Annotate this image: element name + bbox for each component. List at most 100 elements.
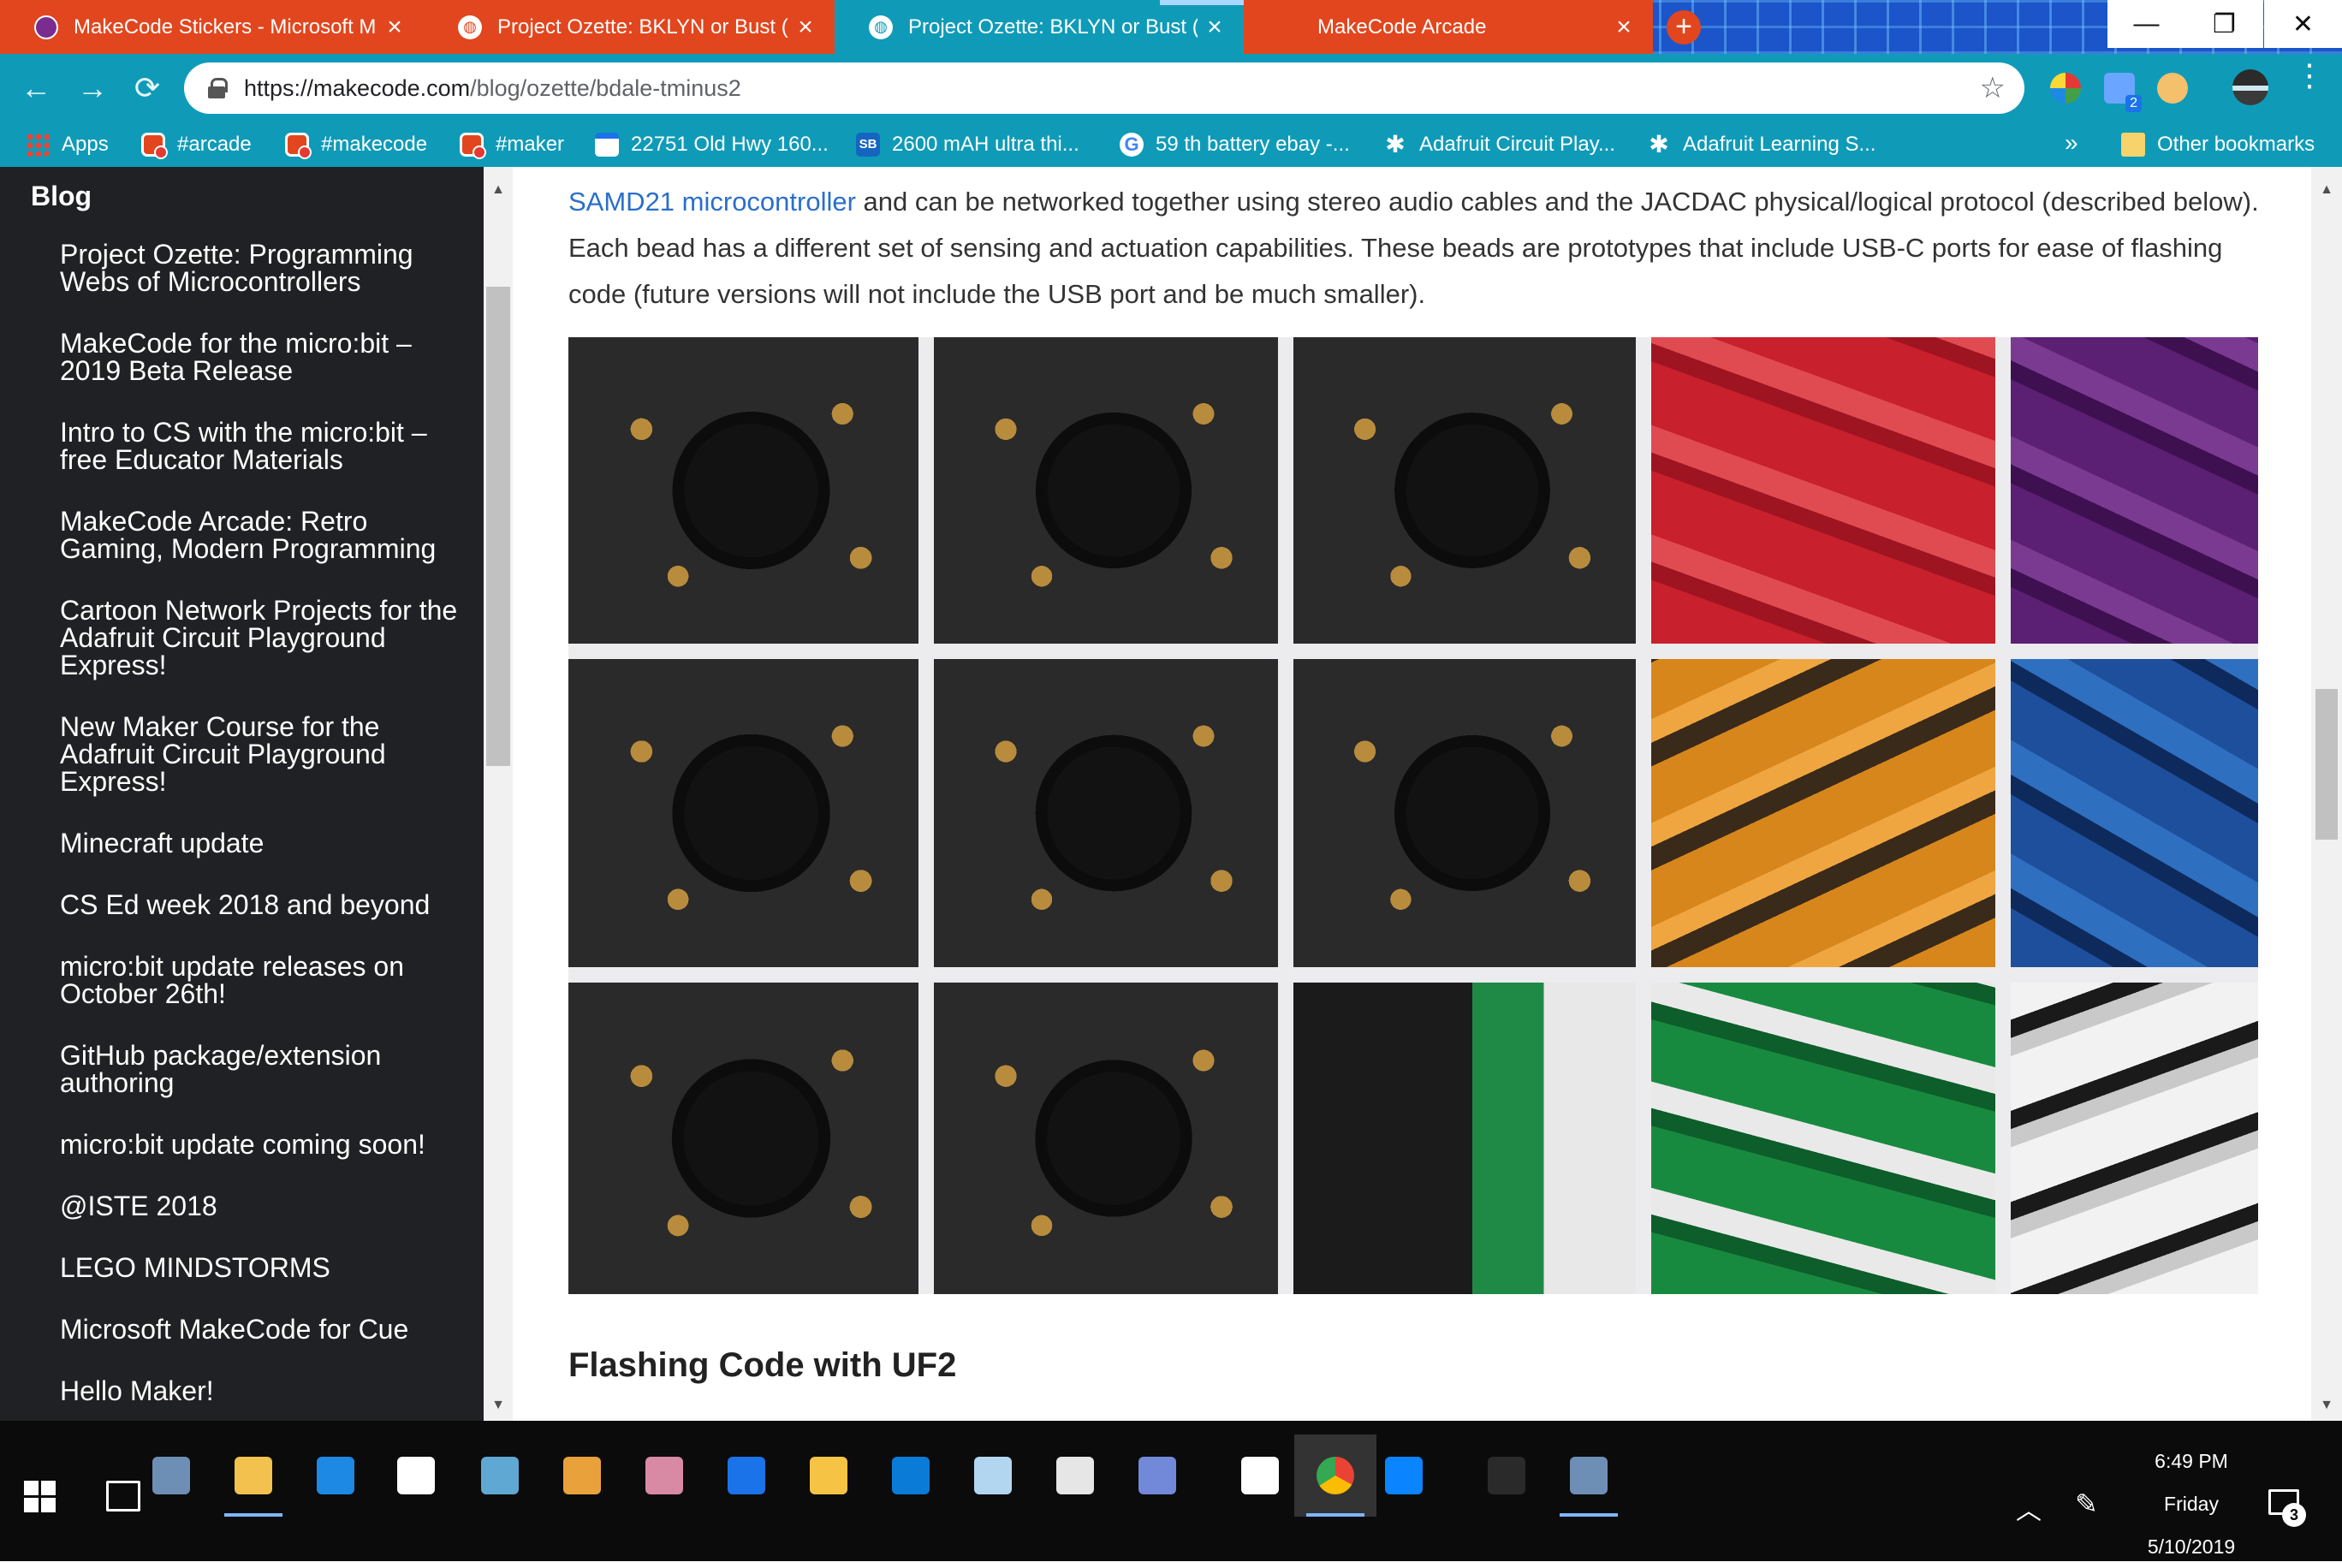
sidebar-item-post[interactable]: @ISTE 2018 bbox=[60, 1192, 462, 1220]
close-icon[interactable]: × bbox=[1607, 13, 1641, 42]
sidebar-item-post[interactable]: Microsoft MakeCode for Cue bbox=[60, 1316, 462, 1343]
tab-project-ozette-active[interactable]: ◍ Project Ozette: BKLYN or Bust (T × bbox=[835, 0, 1254, 54]
terminal-icon bbox=[1138, 1457, 1176, 1494]
sidebar-item-post[interactable]: micro:bit update coming soon! bbox=[60, 1131, 462, 1158]
sidebar-item-post[interactable]: New Maker Course for the Adafruit Circui… bbox=[60, 713, 462, 795]
sidebar-item-post[interactable]: Minecraft update bbox=[60, 829, 462, 857]
bookmark-adafruit-learning[interactable]: ✱ Adafruit Learning S... bbox=[1647, 122, 1875, 167]
sidebar-item-post[interactable]: MakeCode for the micro:bit – 2019 Beta R… bbox=[60, 330, 462, 384]
apps-grid-icon bbox=[26, 133, 50, 157]
file-explorer-app[interactable] bbox=[130, 1434, 212, 1517]
bead-prototypes-photo bbox=[568, 337, 2258, 1294]
bookmark-makecode[interactable]: #makecode bbox=[285, 122, 427, 167]
file-explorer-app[interactable] bbox=[294, 1434, 377, 1517]
minimize-button[interactable]: — bbox=[2107, 0, 2185, 48]
mail-outlook-app[interactable] bbox=[212, 1434, 294, 1517]
bookmark-arcade[interactable]: #arcade bbox=[141, 122, 252, 167]
scroll-up-arrow-icon[interactable]: ▲ bbox=[484, 182, 513, 198]
url-text[interactable]: https://makecode.com/blog/ozette/bdale-t… bbox=[244, 75, 741, 102]
mail-app[interactable] bbox=[459, 1434, 541, 1517]
sidebar-item-post[interactable]: MakeCode Arcade: Retro Gaming, Modern Pr… bbox=[60, 508, 462, 562]
folder-icon bbox=[2121, 133, 2145, 157]
system-clock[interactable]: 6:49 PM Friday 5/10/2019 bbox=[2123, 1440, 2260, 1568]
samd21-link[interactable]: SAMD21 microcontroller bbox=[568, 187, 856, 217]
color-extension-icon[interactable] bbox=[2050, 73, 2081, 104]
bookmark-label: 59 th battery ebay -... bbox=[1156, 133, 1350, 156]
terminal-app[interactable] bbox=[1116, 1434, 1198, 1517]
sidebar-item-post[interactable]: Hello Maker! bbox=[60, 1377, 462, 1405]
sidebar-item-post[interactable]: GitHub package/extension authoring bbox=[60, 1042, 462, 1096]
bookmark-battery-ebay[interactable]: G 59 th battery ebay -... bbox=[1120, 122, 1350, 167]
feedback-app[interactable] bbox=[1465, 1434, 1548, 1517]
palette-extension-icon[interactable] bbox=[2157, 73, 2188, 104]
start-button[interactable] bbox=[24, 1481, 56, 1513]
sidebar-scroll-thumb[interactable] bbox=[486, 287, 510, 766]
pen-workspace-icon[interactable]: ✎ bbox=[2075, 1488, 2098, 1520]
bookmark-maker[interactable]: #maker bbox=[460, 122, 564, 167]
profile-avatar[interactable] bbox=[2232, 69, 2268, 105]
page-scroll-thumb[interactable] bbox=[2315, 689, 2338, 840]
file-explorer-icon bbox=[317, 1457, 354, 1494]
extension-badge-icon[interactable]: 2 bbox=[2104, 73, 2142, 112]
scroll-down-arrow-icon[interactable]: ▼ bbox=[484, 1398, 513, 1413]
bookmark-star-icon[interactable]: ☆ bbox=[1980, 71, 2006, 105]
sidebar-item-post[interactable]: LEGO MINDSTORMS bbox=[60, 1254, 462, 1281]
photo-cell bbox=[2011, 983, 2258, 1294]
discord-app[interactable] bbox=[1219, 1434, 1301, 1517]
sidebar-item-post[interactable]: Intro to CS with the micro:bit – free Ed… bbox=[60, 419, 462, 473]
arduino-app[interactable] bbox=[952, 1434, 1034, 1517]
back-button[interactable]: ← bbox=[15, 68, 56, 109]
tab-makecode-arcade[interactable]: MakeCode Arcade × bbox=[1244, 0, 1653, 54]
restore-button[interactable]: ❐ bbox=[2185, 0, 2263, 48]
address-bar[interactable]: https://makecode.com/blog/ozette/bdale-t… bbox=[184, 62, 2024, 114]
bookmark-label: #makecode bbox=[321, 133, 428, 156]
globe-icon: ◍ bbox=[869, 15, 893, 39]
paint-3d-app[interactable] bbox=[623, 1434, 705, 1517]
remote-desktop-app[interactable] bbox=[541, 1434, 623, 1517]
tab-makecode-stickers[interactable]: MakeCode Stickers - Microsoft M × bbox=[0, 0, 424, 54]
forward-button[interactable]: → bbox=[72, 68, 113, 109]
calculator-app[interactable] bbox=[1363, 1434, 1445, 1517]
close-icon[interactable]: × bbox=[377, 13, 412, 42]
clock-day: Friday bbox=[2164, 1493, 2219, 1515]
article-paragraph: SAMD21 microcontroller and can be networ… bbox=[568, 179, 2263, 318]
other-bookmarks[interactable]: Other bookmarks bbox=[2121, 122, 2315, 167]
file-explorer-icon bbox=[152, 1457, 190, 1494]
sidebar-item-post[interactable]: Cartoon Network Projects for the Adafrui… bbox=[60, 597, 462, 679]
sticky-tasks-app[interactable] bbox=[870, 1434, 952, 1517]
whiteboard-app[interactable] bbox=[1034, 1434, 1116, 1517]
adafruit-star-icon: ✱ bbox=[1649, 131, 1669, 157]
fresh-paint-app[interactable] bbox=[705, 1434, 788, 1517]
sidebar-item-post[interactable]: Project Ozette: Programming Webs of Micr… bbox=[60, 241, 462, 295]
new-tab-button[interactable]: + bbox=[1667, 10, 1701, 45]
edge-ie-app[interactable] bbox=[375, 1434, 457, 1517]
makecode-arcade-app[interactable] bbox=[1548, 1434, 1630, 1517]
bookmark-apps[interactable]: Apps bbox=[26, 122, 109, 167]
bookmark-2600mah[interactable]: SB 2600 mAH ultra thi... bbox=[856, 122, 1079, 167]
close-icon[interactable]: × bbox=[788, 13, 823, 42]
lock-icon[interactable] bbox=[208, 78, 228, 98]
makecode-arcade-icon bbox=[1570, 1457, 1608, 1494]
sidebar-item-post[interactable]: micro:bit update releases on October 26t… bbox=[60, 953, 462, 1007]
chrome-menu-icon[interactable]: ⋮ bbox=[2294, 60, 2325, 91]
adafruit-star-icon: ✱ bbox=[1385, 131, 1406, 157]
scroll-up-arrow-icon[interactable]: ▲ bbox=[2311, 182, 2342, 198]
windows-taskbar: ︿ ✎ 6:49 PM Friday 5/10/2019 3 bbox=[0, 1421, 2342, 1561]
discord-icon bbox=[1241, 1457, 1279, 1494]
close-window-button[interactable]: ✕ bbox=[2264, 0, 2342, 48]
tray-chevron-icon[interactable]: ︿ bbox=[2016, 1489, 2042, 1527]
bookmark-old-hwy[interactable]: 22751 Old Hwy 160... bbox=[595, 122, 829, 167]
bookmarks-overflow-button[interactable]: » bbox=[2065, 129, 2078, 157]
tab-project-ozette-1[interactable]: ◍ Project Ozette: BKLYN or Bust (T × bbox=[424, 0, 835, 54]
edge-app[interactable] bbox=[788, 1434, 870, 1517]
bookmark-adafruit-circuit[interactable]: ✱ Adafruit Circuit Play... bbox=[1383, 122, 1615, 167]
reload-button[interactable]: ⟳ bbox=[127, 68, 168, 109]
paint-3d-icon bbox=[645, 1457, 683, 1494]
clock-time: 6:49 PM bbox=[2155, 1450, 2228, 1472]
tray-divider bbox=[1995, 337, 2011, 1294]
tray-divider bbox=[918, 337, 934, 1294]
sidebar-item-post[interactable]: CS Ed week 2018 and beyond bbox=[60, 891, 462, 918]
scroll-down-arrow-icon[interactable]: ▼ bbox=[2311, 1398, 2342, 1413]
close-icon[interactable]: × bbox=[1198, 13, 1232, 42]
whiteboard-icon bbox=[1056, 1457, 1094, 1494]
